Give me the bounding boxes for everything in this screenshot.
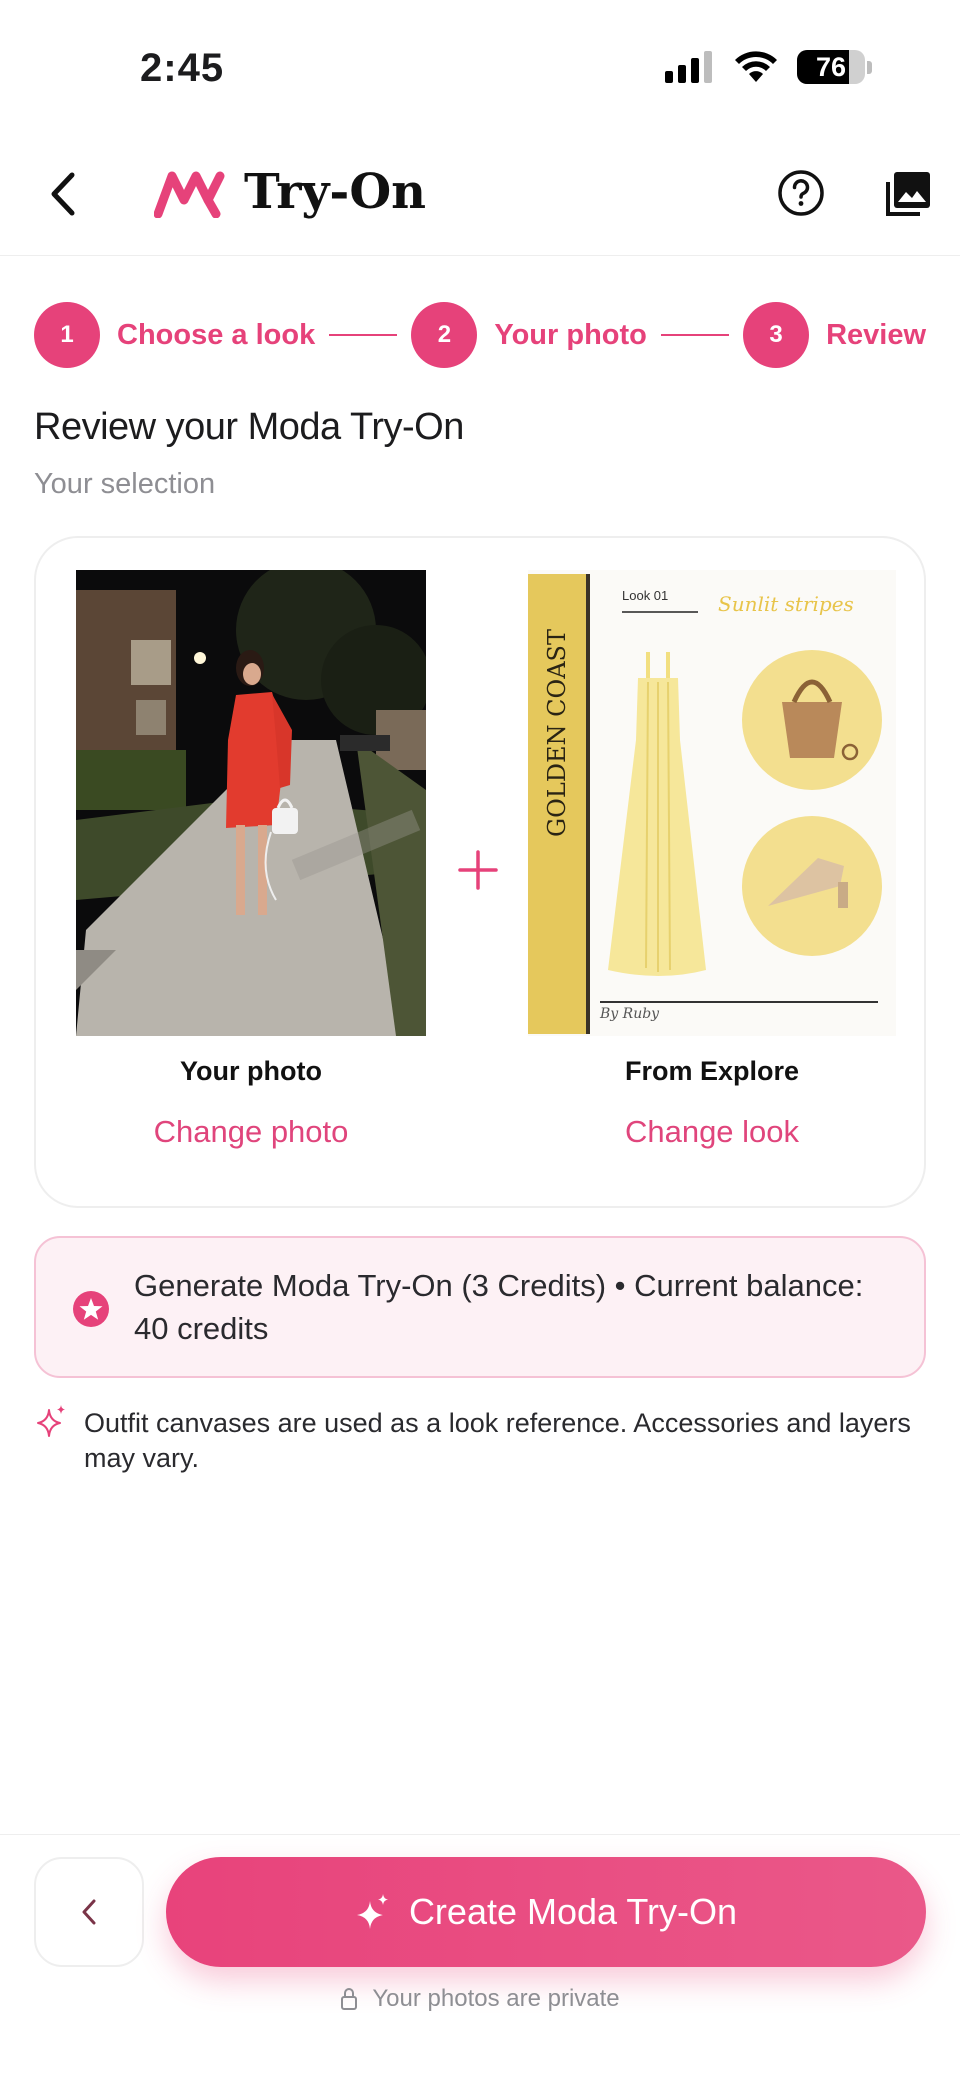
battery-level: 76 <box>815 52 847 82</box>
selection-card: GOLDEN COAST Look 01 Sunlit stripes By R… <box>34 536 926 1208</box>
battery-icon: 76 <box>797 50 865 84</box>
step-3-number: 3 <box>743 302 810 368</box>
help-icon <box>778 170 824 216</box>
progress-stepper: 1 Choose a look 2 Your photo 3 Review <box>34 302 926 368</box>
bottom-action-bar: Create Moda Try-On Your photos are priva… <box>0 1834 960 2086</box>
gallery-button[interactable] <box>884 170 932 218</box>
page-subtitle: Your selection <box>34 468 216 500</box>
plus-icon <box>458 850 498 890</box>
credits-banner: Generate Moda Try-On (3 Credits) • Curre… <box>34 1236 926 1378</box>
privacy-text: Your photos are private <box>372 1985 620 2012</box>
status-icons: 76 <box>665 50 872 84</box>
look-script-title: Sunlit stripes <box>718 592 854 616</box>
header-title: Try-On <box>244 164 427 220</box>
step-2-number: 2 <box>411 302 478 368</box>
step-2-label: Your photo <box>494 318 647 351</box>
chevron-left-icon <box>82 1899 96 1925</box>
photo-caption: Your photo <box>180 1056 322 1086</box>
step-connector <box>660 334 730 336</box>
privacy-note: Your photos are private <box>0 1985 960 2013</box>
app-header: Try-On <box>0 140 960 256</box>
look-caption: From Explore <box>624 1056 800 1086</box>
page-title: Review your Moda Try-On <box>34 406 464 448</box>
change-look-link[interactable]: Change look <box>532 1114 892 1150</box>
status-time: 2:45 <box>140 46 225 90</box>
wifi-icon <box>735 51 777 82</box>
look-canvas: GOLDEN COAST Look 01 Sunlit stripes By R… <box>528 570 896 1036</box>
disclaimer-note: Outfit canvases are used as a look refer… <box>84 1408 911 1473</box>
moda-logo-icon <box>154 171 225 218</box>
step-connector <box>329 334 398 336</box>
battery-cap <box>867 60 872 74</box>
look-side-title: GOLDEN COAST <box>530 629 584 837</box>
lock-icon <box>341 1988 358 2010</box>
sparkle-icon <box>37 1405 65 1437</box>
step-3-label: Review <box>826 318 927 351</box>
user-photo <box>76 570 426 1036</box>
back-button[interactable] <box>34 166 90 222</box>
step-1-label: Choose a look <box>117 318 316 351</box>
look-signature: By Ruby <box>600 1006 660 1022</box>
cellular-signal-icon <box>665 51 712 83</box>
create-try-on-button[interactable]: Create Moda Try-On <box>166 1857 926 1967</box>
sparkle-icon <box>356 1894 388 1929</box>
change-photo-link[interactable]: Change photo <box>71 1114 431 1150</box>
star-badge-icon <box>73 1291 109 1327</box>
create-try-on-label: Create Moda Try-On <box>408 1891 738 1932</box>
look-tag: Look 01 <box>622 588 669 603</box>
previous-step-button[interactable] <box>34 1857 144 1967</box>
back-arrow-icon <box>51 172 75 216</box>
step-1-number: 1 <box>34 302 100 368</box>
credits-text: Generate Moda Try-On (3 Credits) • Curre… <box>134 1268 864 1346</box>
status-bar: 2:45 76 <box>0 0 960 130</box>
gallery-icon <box>886 172 930 216</box>
help-button[interactable] <box>776 168 826 218</box>
